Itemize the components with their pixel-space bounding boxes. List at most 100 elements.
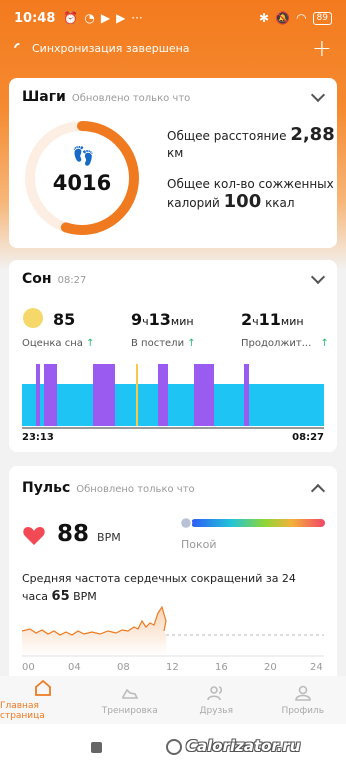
- steps-title-text: Шаги: [22, 89, 66, 105]
- sleep-title-text: Сон: [22, 271, 52, 287]
- sleep-card[interactable]: Сон 08:27 85 Оценка сна ↑ 9ч13мин В посте…: [9, 260, 337, 452]
- duration-label: Продолжит... ↑: [241, 338, 329, 349]
- pulse-title: Пульс Обновлено только что: [22, 480, 195, 496]
- pulse-card[interactable]: Пульс Обновлено только что 88 BPM Покой С…: [9, 466, 337, 676]
- distance-unit: км: [167, 146, 184, 160]
- pulse-updated: Обновлено только что: [76, 484, 195, 495]
- play-icon-2: ▶: [116, 11, 126, 25]
- duration-label-text: Продолжит...: [241, 338, 312, 349]
- distance-value: 2,88: [290, 124, 335, 145]
- chevron-down-icon[interactable]: [310, 269, 326, 285]
- x-tick: 00: [22, 662, 35, 673]
- steps-title: Шаги Обновлено только что: [22, 89, 190, 105]
- sleep-rem-segment: [93, 364, 115, 426]
- calories-label-2: калорий: [167, 196, 220, 210]
- sleep-score-label-text: Оценка сна: [22, 338, 83, 349]
- distance-label: Общее расстояние: [167, 129, 287, 143]
- sleep-rem-segment: [36, 364, 40, 426]
- in-bed-label-text: В постели: [131, 338, 185, 349]
- sleep-rem-segment: [244, 364, 249, 426]
- average-text-1: Средняя частота сердечных сокращений за …: [22, 572, 296, 585]
- status-time: 10:48: [14, 10, 56, 26]
- home-icon: [35, 679, 52, 696]
- steps-card[interactable]: Шаги Обновлено только что 👣 4016 Общее ра…: [9, 78, 337, 248]
- friends-icon: [207, 686, 223, 701]
- nav-home[interactable]: Главная страница: [0, 676, 87, 724]
- duration-hours: 2: [241, 310, 253, 329]
- steps-updated: Обновлено только что: [71, 93, 191, 104]
- sleep-score-label: Оценка сна ↑: [22, 338, 94, 349]
- heart-icon: [23, 527, 45, 545]
- nav-friends-label: Друзья: [199, 706, 234, 716]
- sleep-light-band: [22, 384, 324, 426]
- nav-profile-label: Профиль: [281, 706, 325, 716]
- watermark: Calorizator.ru: [186, 737, 301, 755]
- sync-status: Синхронизация завершена: [32, 41, 190, 55]
- sleep-time: 08:27: [57, 275, 87, 286]
- calories-unit: ккал: [265, 196, 295, 210]
- nav-friends[interactable]: Друзья: [173, 676, 260, 724]
- wifi-icon: ◠: [296, 11, 307, 25]
- sleep-rem-segment: [194, 364, 214, 426]
- smile-icon: [23, 308, 43, 328]
- play-icon: ▶: [100, 11, 111, 25]
- steps-count: 4016: [52, 171, 112, 195]
- nav-workouts-label: Тренировка: [101, 706, 158, 716]
- x-tick: 12: [166, 662, 179, 673]
- in-bed-hours: 9: [131, 310, 143, 329]
- in-bed-value: 9ч13мин: [131, 310, 194, 329]
- sleep-title: Сон 08:27: [22, 271, 86, 287]
- calories-value: 100: [223, 191, 262, 212]
- in-bed-label: В постели ↑: [131, 338, 196, 349]
- heart-state-label: Покой: [181, 538, 217, 551]
- home-button[interactable]: [166, 739, 182, 755]
- pulse-title-text: Пульс: [22, 480, 71, 496]
- x-tick: 24: [310, 662, 323, 673]
- sleep-rem-segment: [158, 364, 168, 426]
- status-bar: 10:48 ⏰ ◔ ▶ ▶ ··· ✱ 🔕 ◠ 89: [0, 0, 346, 36]
- sync-bar: Синхронизация завершена +: [0, 36, 346, 60]
- arrow-up-icon: ↑: [187, 338, 196, 349]
- x-tick: 16: [215, 662, 228, 673]
- sync-spinner-icon: [11, 40, 27, 56]
- arrow-up-icon: ↑: [320, 338, 329, 349]
- heart-rate-value: 88: [57, 521, 90, 547]
- nav-home-label: Главная страница: [0, 701, 45, 721]
- recents-button[interactable]: [91, 742, 102, 753]
- nav-workouts[interactable]: Тренировка: [87, 676, 174, 724]
- heart-rate-unit: BPM: [97, 531, 121, 544]
- duration-value: 2ч11мин: [241, 310, 304, 329]
- chevron-down-icon[interactable]: [310, 87, 326, 103]
- battery-icon: 89: [312, 11, 332, 25]
- footsteps-icon: 👣: [72, 146, 95, 167]
- distance-stat: Общее расстояние 2,88 км: [167, 126, 335, 162]
- x-tick: 08: [117, 662, 130, 673]
- heart-zone-gauge: [179, 517, 325, 529]
- alarm-icon: ⏰: [63, 11, 79, 25]
- profile-icon: [294, 685, 311, 701]
- more-icon: ···: [131, 11, 143, 25]
- heart-rate-x-ticks: 00 04 08 12 16 20 24: [22, 662, 324, 676]
- x-tick: 20: [264, 662, 277, 673]
- sleep-end-time: 08:27: [292, 432, 324, 443]
- system-navigation-bar: Calorizator.ru: [0, 724, 346, 768]
- sleep-start-time: 23:13: [22, 432, 54, 443]
- nav-profile[interactable]: Профиль: [260, 676, 346, 724]
- duration-minutes-unit: мин: [280, 315, 304, 328]
- current-heart-rate: 88 BPM: [57, 521, 121, 547]
- duration-minutes: 11: [258, 310, 281, 329]
- calories-label-1: Общее кол-во сожженных: [167, 177, 334, 191]
- in-bed-minutes: 13: [148, 310, 171, 329]
- sleep-stage-chart: [22, 364, 324, 429]
- arrow-up-icon: ↑: [86, 338, 95, 349]
- sleep-awake-segment: [136, 364, 138, 426]
- in-bed-minutes-unit: мин: [170, 315, 194, 328]
- sleep-score: 85: [53, 310, 76, 329]
- sleep-rem-segment: [44, 364, 57, 426]
- add-button[interactable]: +: [312, 36, 332, 60]
- chevron-up-icon[interactable]: [310, 483, 326, 499]
- timer-icon: ◔: [84, 11, 95, 25]
- bluetooth-icon: ✱: [259, 11, 270, 25]
- calories-stat: Общее кол-во сожженных калорий 100 ккал: [167, 176, 334, 212]
- bottom-navigation: Главная страница Тренировка Друзья Профи…: [0, 676, 346, 724]
